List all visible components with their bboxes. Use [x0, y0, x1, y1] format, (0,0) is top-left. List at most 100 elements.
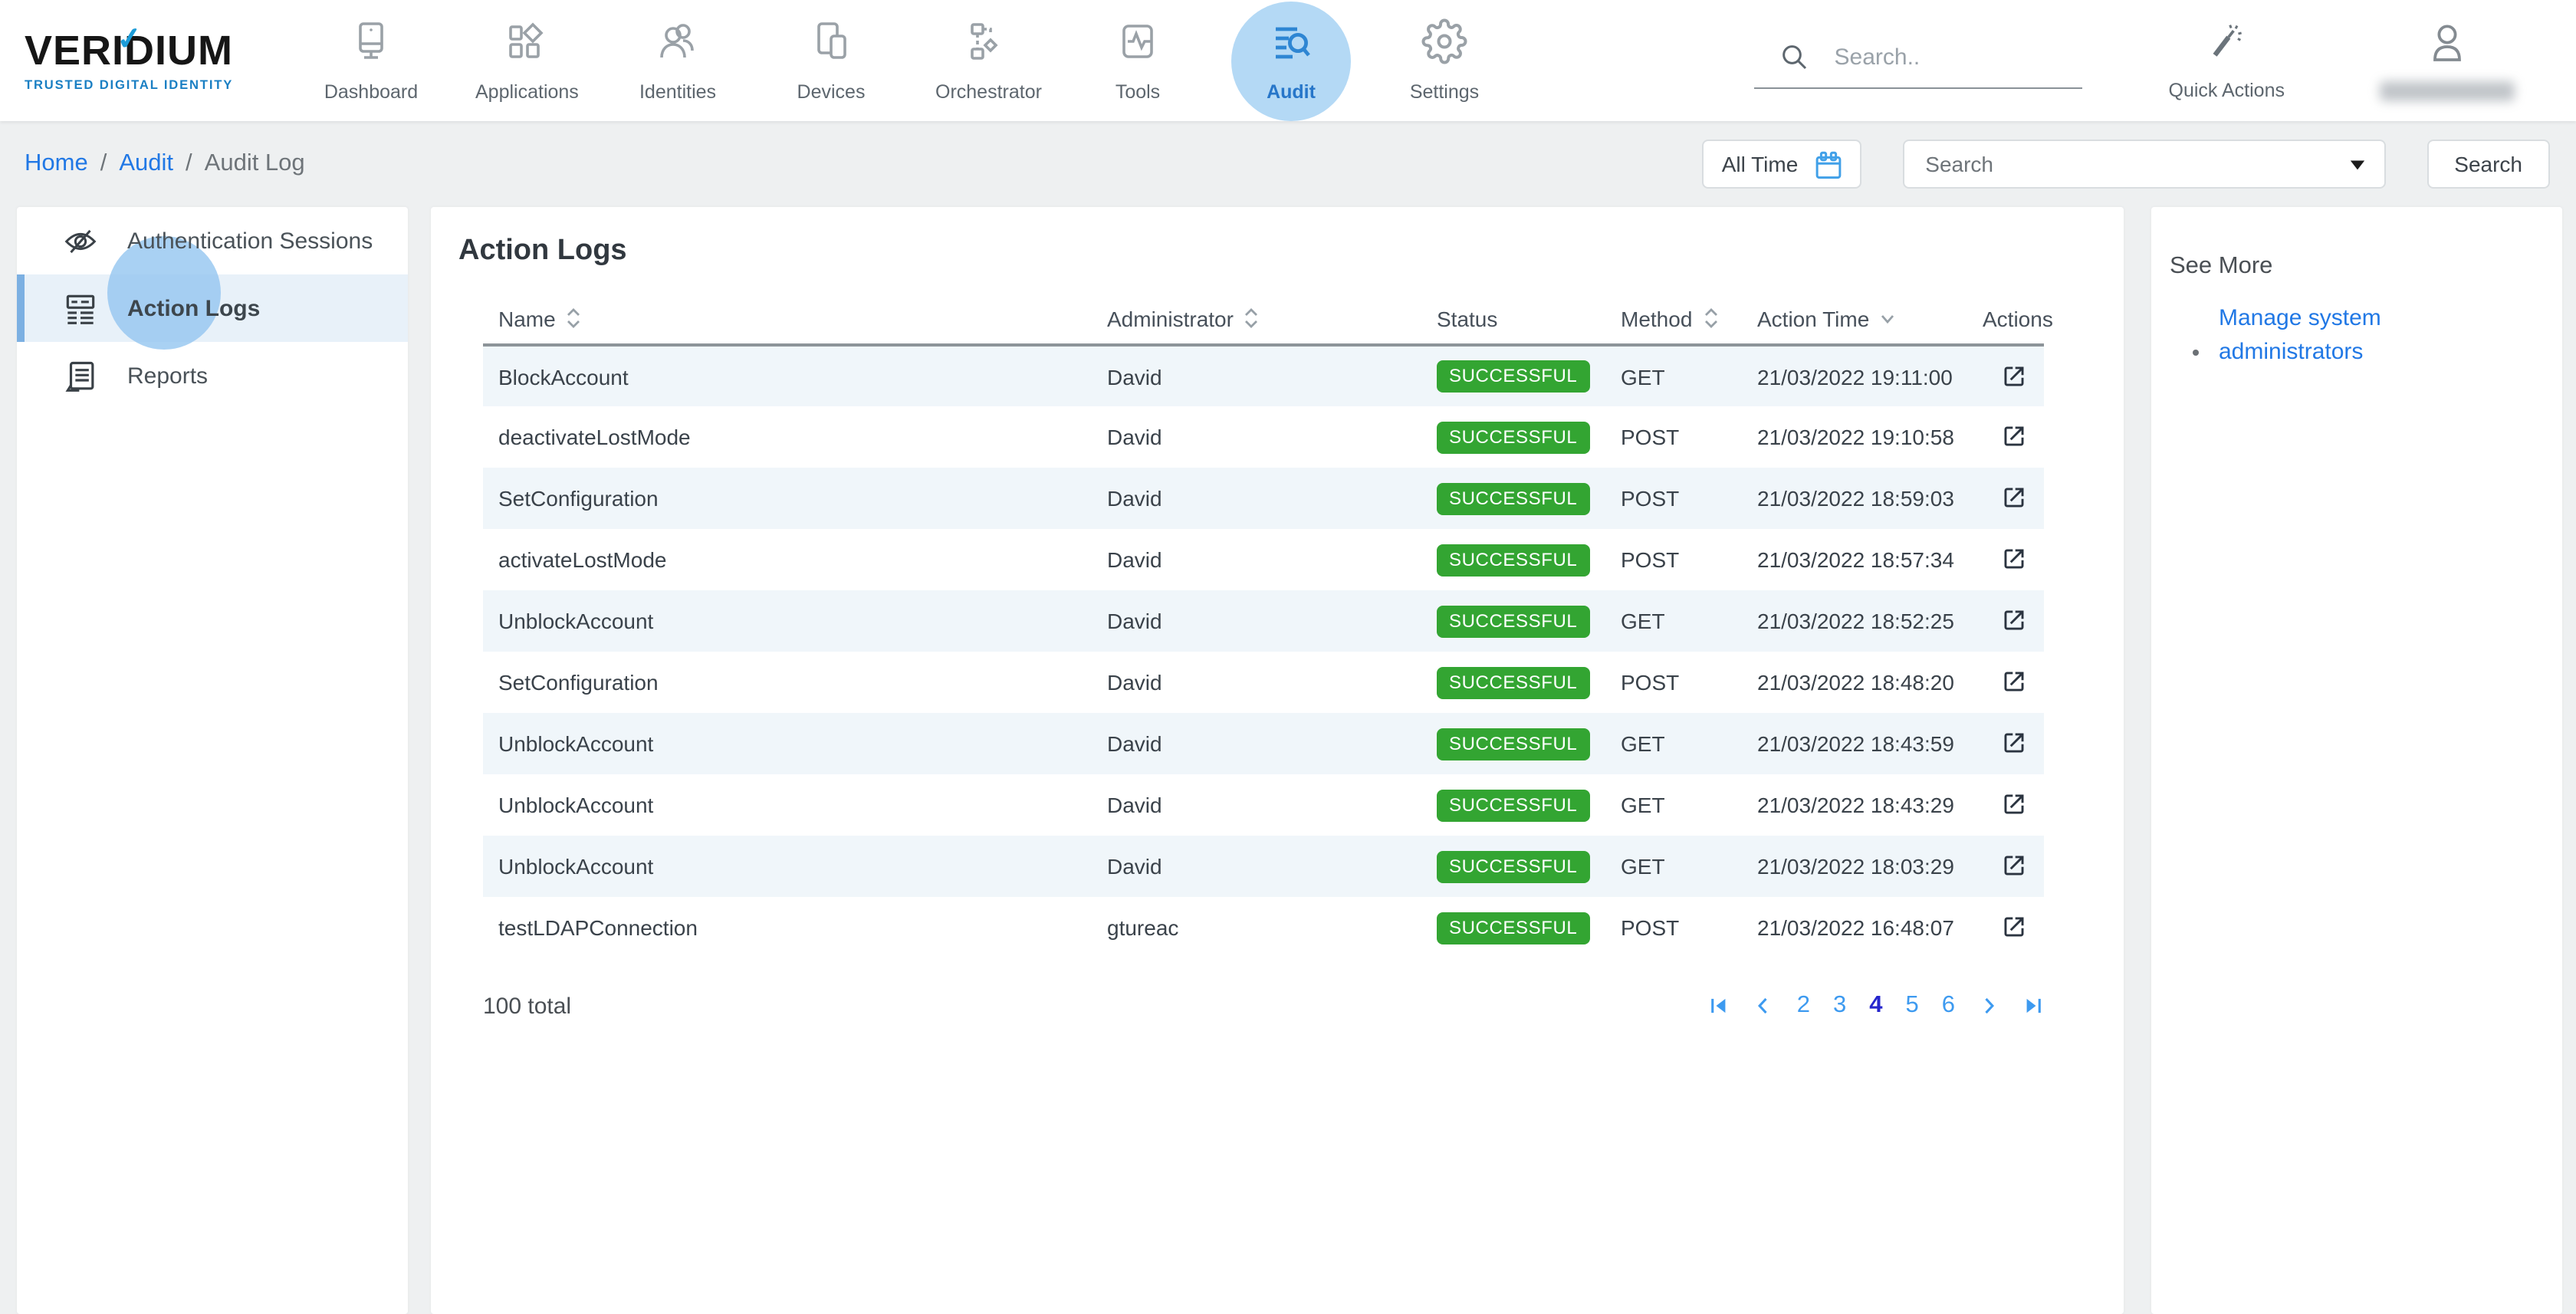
cell-administrator: David: [1092, 713, 1421, 774]
status-badge: SUCCESSFUL: [1437, 666, 1589, 698]
external-link-icon: [2000, 914, 2026, 940]
cell-status: SUCCESSFUL: [1421, 897, 1605, 958]
cell-actions: [1967, 774, 2044, 836]
identities-icon: [655, 18, 701, 67]
open-log-button[interactable]: [1994, 849, 2032, 882]
status-badge: SUCCESSFUL: [1437, 789, 1589, 821]
nav-item-identities[interactable]: Identities: [629, 18, 727, 103]
pagination-pages: 23456: [1797, 992, 1955, 1020]
open-log-button[interactable]: [1994, 788, 2032, 820]
cell-status: SUCCESSFUL: [1421, 590, 1605, 652]
cell-status: SUCCESSFUL: [1421, 468, 1605, 529]
chevron-left-icon: [1753, 995, 1774, 1017]
cell-name: UnblockAccount: [483, 774, 1092, 836]
first-page-icon: [1708, 995, 1730, 1017]
pagination-page-6[interactable]: 6: [1942, 992, 1955, 1020]
nav-item-dashboard[interactable]: Dashboard: [322, 18, 420, 103]
open-log-button[interactable]: [1994, 727, 2032, 759]
table-row: testLDAPConnection gtureac SUCCESSFUL PO…: [483, 897, 2044, 958]
cell-action-time: 21/03/2022 19:10:58: [1742, 406, 1967, 468]
devices-icon: [808, 18, 854, 67]
cell-actions: [1967, 590, 2044, 652]
pagination-prev-button[interactable]: [1753, 995, 1774, 1017]
user-menu[interactable]: [2380, 20, 2515, 101]
column-header-action-time[interactable]: Action Time: [1742, 293, 1967, 345]
sidebar-item-reports[interactable]: Reports: [17, 342, 408, 409]
external-link-icon: [2000, 546, 2026, 572]
open-log-button[interactable]: [1994, 360, 2032, 392]
nav-item-audit[interactable]: Audit: [1242, 18, 1340, 103]
see-more-panel: See More Manage system administrators: [2151, 207, 2562, 1314]
cell-action-time: 21/03/2022 18:43:59: [1742, 713, 1967, 774]
cell-method: POST: [1605, 468, 1742, 529]
total-count: 100 total: [483, 993, 571, 1019]
external-link-icon: [2000, 730, 2026, 756]
manage-system-administrators-link[interactable]: Manage system administrators: [2219, 302, 2390, 369]
status-badge: SUCCESSFUL: [1437, 544, 1589, 576]
app-root: VERIDIUM ✓ TRUSTED DIGITAL IDENTITY Dash…: [0, 0, 2576, 1314]
breadcrumb-home-link[interactable]: Home: [25, 150, 88, 178]
cell-actions: [1967, 836, 2044, 897]
cell-actions: [1967, 652, 2044, 713]
external-link-icon: [2000, 423, 2026, 449]
top-navbar: VERIDIUM ✓ TRUSTED DIGITAL IDENTITY Dash…: [0, 0, 2576, 121]
cell-administrator: David: [1092, 468, 1421, 529]
open-log-button[interactable]: [1994, 911, 2032, 943]
see-more-list: Manage system administrators: [2216, 302, 2541, 369]
table-row: SetConfiguration David SUCCESSFUL POST 2…: [483, 468, 2044, 529]
dashboard-icon: [348, 18, 394, 67]
nav-item-tools[interactable]: Tools: [1089, 18, 1187, 103]
global-search-input[interactable]: [1835, 44, 2049, 70]
cell-administrator: David: [1092, 529, 1421, 590]
breadcrumb-separator: /: [186, 150, 192, 178]
external-link-icon: [2000, 668, 2026, 695]
breadcrumb-separator: /: [100, 150, 107, 178]
column-header-administrator[interactable]: Administrator: [1092, 293, 1421, 345]
column-header-status: Status: [1421, 293, 1605, 345]
pagination-page-5[interactable]: 5: [1906, 992, 1919, 1020]
veridium-logo[interactable]: VERIDIUM ✓ TRUSTED DIGITAL IDENTITY: [25, 30, 258, 91]
open-log-button[interactable]: [1994, 543, 2032, 575]
status-badge: SUCCESSFUL: [1437, 850, 1589, 882]
cell-name: testLDAPConnection: [483, 897, 1092, 958]
pagination-page-2[interactable]: 2: [1797, 992, 1810, 1020]
cell-actions: [1967, 345, 2044, 406]
audit-sidebar: Authentication Sessions Action Logs Repo…: [17, 207, 408, 1314]
cell-actions: [1967, 897, 2044, 958]
search-filter-select[interactable]: Search: [1902, 140, 2385, 189]
quick-actions-button[interactable]: Quick Actions: [2169, 21, 2285, 100]
nav-item-applications[interactable]: Applications: [475, 18, 573, 103]
pagination-first-button[interactable]: [1708, 995, 1730, 1017]
column-header-method[interactable]: Method: [1605, 293, 1742, 345]
cell-name: SetConfiguration: [483, 652, 1092, 713]
sidebar-item-action-logs[interactable]: Action Logs: [17, 274, 408, 342]
nav-item-settings[interactable]: Settings: [1395, 18, 1493, 103]
cell-action-time: 21/03/2022 18:48:20: [1742, 652, 1967, 713]
cell-administrator: David: [1092, 836, 1421, 897]
nav-item-orchestrator[interactable]: Orchestrator: [935, 18, 1033, 103]
open-log-button[interactable]: [1994, 604, 2032, 636]
nav-item-devices[interactable]: Devices: [782, 18, 880, 103]
open-log-button[interactable]: [1994, 481, 2032, 514]
pagination-next-button[interactable]: [1978, 995, 1999, 1017]
cell-administrator: David: [1092, 652, 1421, 713]
cell-administrator: David: [1092, 774, 1421, 836]
time-range-button[interactable]: All Time: [1702, 140, 1861, 189]
open-log-button[interactable]: [1994, 420, 2032, 452]
breadcrumb-bar: Home / Audit / Audit Log All Time Search…: [0, 121, 2576, 207]
pagination-page-3[interactable]: 3: [1833, 992, 1846, 1020]
user-icon: [2424, 20, 2470, 66]
search-button[interactable]: Search: [2426, 140, 2550, 189]
list-item: Manage system administrators: [2216, 302, 2541, 369]
column-header-name[interactable]: Name: [483, 293, 1092, 345]
global-search[interactable]: [1755, 41, 2083, 89]
cell-status: SUCCESSFUL: [1421, 836, 1605, 897]
open-log-button[interactable]: [1994, 665, 2032, 698]
breadcrumb-audit-link[interactable]: Audit: [119, 150, 173, 178]
pagination-page-4[interactable]: 4: [1869, 992, 1882, 1020]
dropdown-arrow-icon: [2348, 157, 2365, 171]
status-badge: SUCCESSFUL: [1437, 912, 1589, 944]
pagination-last-button[interactable]: [2022, 995, 2044, 1017]
cell-name: UnblockAccount: [483, 590, 1092, 652]
breadcrumb-current: Audit Log: [205, 150, 305, 178]
